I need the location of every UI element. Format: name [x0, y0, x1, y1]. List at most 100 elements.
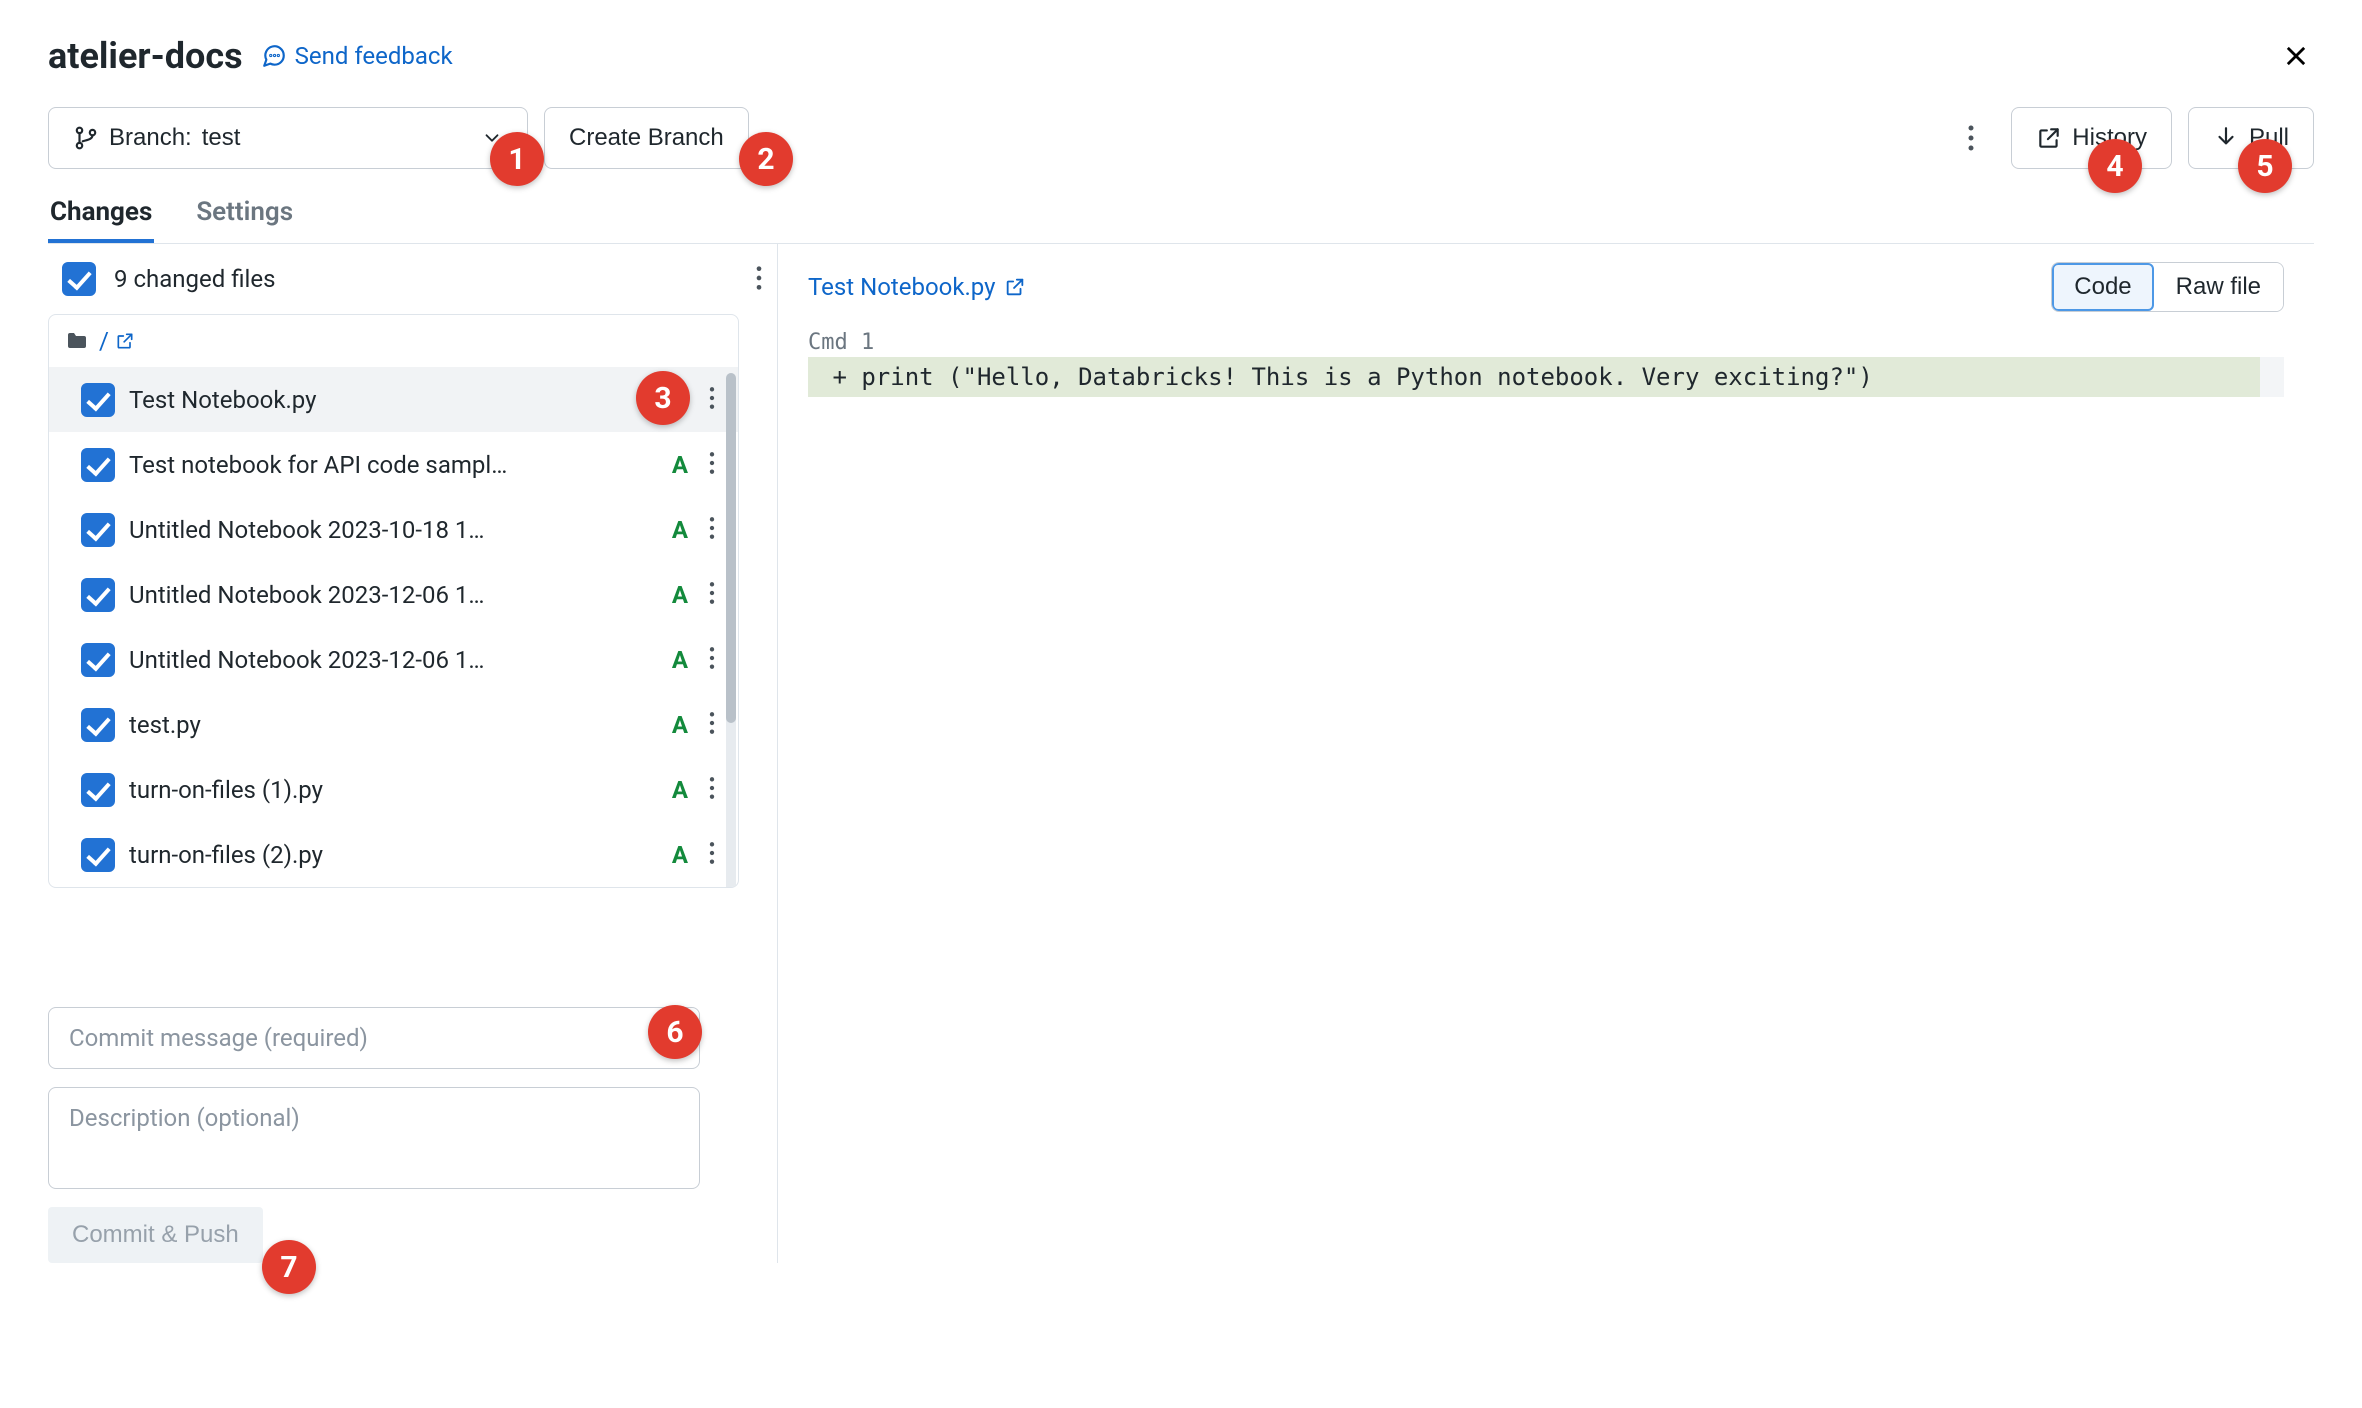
file-row[interactable]: turn-on-files (1).py A: [49, 757, 738, 822]
commit-description-input[interactable]: [48, 1087, 700, 1189]
dots-vertical-icon: [708, 645, 716, 671]
file-row[interactable]: Untitled Notebook 2023-12-06 1… A: [49, 562, 738, 627]
callout-3: 3: [636, 371, 690, 425]
send-feedback-link[interactable]: Send feedback: [261, 42, 453, 70]
dots-vertical-icon: [708, 515, 716, 541]
diff-file-link[interactable]: Test Notebook.py: [808, 273, 1026, 301]
callout-1: 1: [490, 132, 544, 186]
file-row[interactable]: Untitled Notebook 2023-12-06 1… A: [49, 627, 738, 692]
file-status-badge: A: [672, 646, 688, 674]
callout-6: 6: [648, 1005, 702, 1059]
callout-2: 2: [739, 132, 793, 186]
file-checkbox[interactable]: [81, 383, 115, 417]
send-feedback-label: Send feedback: [295, 42, 453, 70]
file-row[interactable]: turn-on-files (2).py A: [49, 822, 738, 887]
file-list[interactable]: Test Notebook.pyATest notebook for API c…: [49, 367, 738, 887]
dots-vertical-icon: [708, 385, 716, 411]
actions-toolbar: Branch: test Create Branch History Pull: [48, 107, 2314, 169]
file-checkbox[interactable]: [81, 513, 115, 547]
tab-settings[interactable]: Settings: [194, 191, 295, 243]
changed-files-count: 9 changed files: [114, 265, 275, 293]
download-icon: [2213, 125, 2239, 151]
file-status-badge: A: [672, 711, 688, 739]
branch-prefix-label: Branch:: [109, 124, 192, 152]
view-toggle-code[interactable]: Code: [2052, 263, 2153, 311]
panel-tabs: Changes Settings: [48, 191, 2314, 243]
dots-vertical-icon: [708, 580, 716, 606]
file-name: Untitled Notebook 2023-10-18 1…: [129, 516, 484, 544]
scrollbar-thumb[interactable]: [726, 373, 736, 723]
callout-4: 4: [2088, 139, 2142, 193]
file-name: Untitled Notebook 2023-12-06 1…: [129, 581, 484, 609]
feedback-icon: [261, 43, 287, 69]
diff-cmd-label: Cmd 1: [808, 330, 2284, 355]
repo-title: atelier-docs: [48, 35, 243, 77]
external-link-icon: [2036, 125, 2062, 151]
file-list-scrollbar[interactable]: [726, 373, 736, 888]
diff-header-row: Test Notebook.py Code Raw file: [808, 262, 2284, 312]
main-split: 9 changed files / Test Notebook.p: [48, 243, 2314, 1263]
file-more-button[interactable]: [702, 771, 722, 808]
changes-more-button[interactable]: [755, 264, 763, 295]
file-more-button[interactable]: [702, 641, 722, 678]
file-name: Untitled Notebook 2023-12-06 1…: [129, 646, 484, 674]
callout-7: 7: [262, 1240, 316, 1294]
file-more-button[interactable]: [702, 836, 722, 873]
branch-selector[interactable]: Branch: test: [48, 107, 528, 169]
diff-panel: Test Notebook.py Code Raw file Cmd 1 + p…: [778, 244, 2314, 1263]
file-checkbox[interactable]: [81, 448, 115, 482]
file-status-badge: A: [672, 516, 688, 544]
dots-vertical-icon: [1967, 123, 1975, 153]
dots-vertical-icon: [708, 450, 716, 476]
file-more-button[interactable]: [702, 446, 722, 483]
file-checkbox[interactable]: [81, 708, 115, 742]
branch-name: test: [202, 124, 241, 152]
file-status-badge: A: [672, 581, 688, 609]
folder-path-text: /: [99, 327, 109, 355]
file-checkbox[interactable]: [81, 838, 115, 872]
file-checkbox[interactable]: [81, 643, 115, 677]
file-name: Test notebook for API code sampl…: [129, 451, 507, 479]
commit-form: Commit & Push: [48, 1007, 738, 1263]
file-name: test.py: [129, 711, 201, 739]
file-status-badge: A: [672, 841, 688, 869]
file-more-button[interactable]: [702, 576, 722, 613]
create-branch-button[interactable]: Create Branch: [544, 107, 749, 169]
file-more-button[interactable]: [702, 706, 722, 743]
commit-push-button[interactable]: Commit & Push: [48, 1207, 263, 1263]
file-row[interactable]: Test Notebook.pyA: [49, 367, 738, 432]
file-more-button[interactable]: [702, 511, 722, 548]
file-name: turn-on-files (1).py: [129, 776, 323, 804]
external-link-icon: [115, 331, 135, 351]
file-status-badge: A: [672, 451, 688, 479]
dots-vertical-icon: [755, 264, 763, 292]
git-branch-icon: [73, 125, 99, 151]
diff-filename: Test Notebook.py: [808, 273, 996, 301]
folder-root-row: /: [49, 315, 738, 367]
file-row[interactable]: test.py A: [49, 692, 738, 757]
file-row[interactable]: Untitled Notebook 2023-10-18 1… A: [49, 497, 738, 562]
dots-vertical-icon: [708, 840, 716, 866]
callout-5: 5: [2238, 139, 2292, 193]
folder-root-link[interactable]: /: [99, 327, 135, 355]
file-name: Test Notebook.py: [129, 386, 317, 414]
external-link-icon: [1004, 276, 1026, 298]
dialog-header: atelier-docs Send feedback: [48, 35, 2314, 77]
file-status-badge: A: [672, 776, 688, 804]
commit-message-input[interactable]: [48, 1007, 700, 1069]
file-checkbox[interactable]: [81, 773, 115, 807]
folder-icon: [65, 329, 89, 353]
view-toggle-raw[interactable]: Raw file: [2154, 263, 2283, 311]
diff-view-toggle: Code Raw file: [2051, 262, 2284, 312]
tab-changes[interactable]: Changes: [48, 191, 154, 243]
file-checkbox[interactable]: [81, 578, 115, 612]
dots-vertical-icon: [708, 775, 716, 801]
file-name: turn-on-files (2).py: [129, 841, 323, 869]
close-button[interactable]: [2278, 38, 2314, 74]
dots-vertical-icon: [708, 710, 716, 736]
file-more-button[interactable]: [702, 381, 722, 418]
toolbar-more-button[interactable]: [1947, 107, 1995, 169]
close-icon: [2282, 42, 2310, 70]
file-row[interactable]: Test notebook for API code sampl… A: [49, 432, 738, 497]
select-all-checkbox[interactable]: [62, 262, 96, 296]
